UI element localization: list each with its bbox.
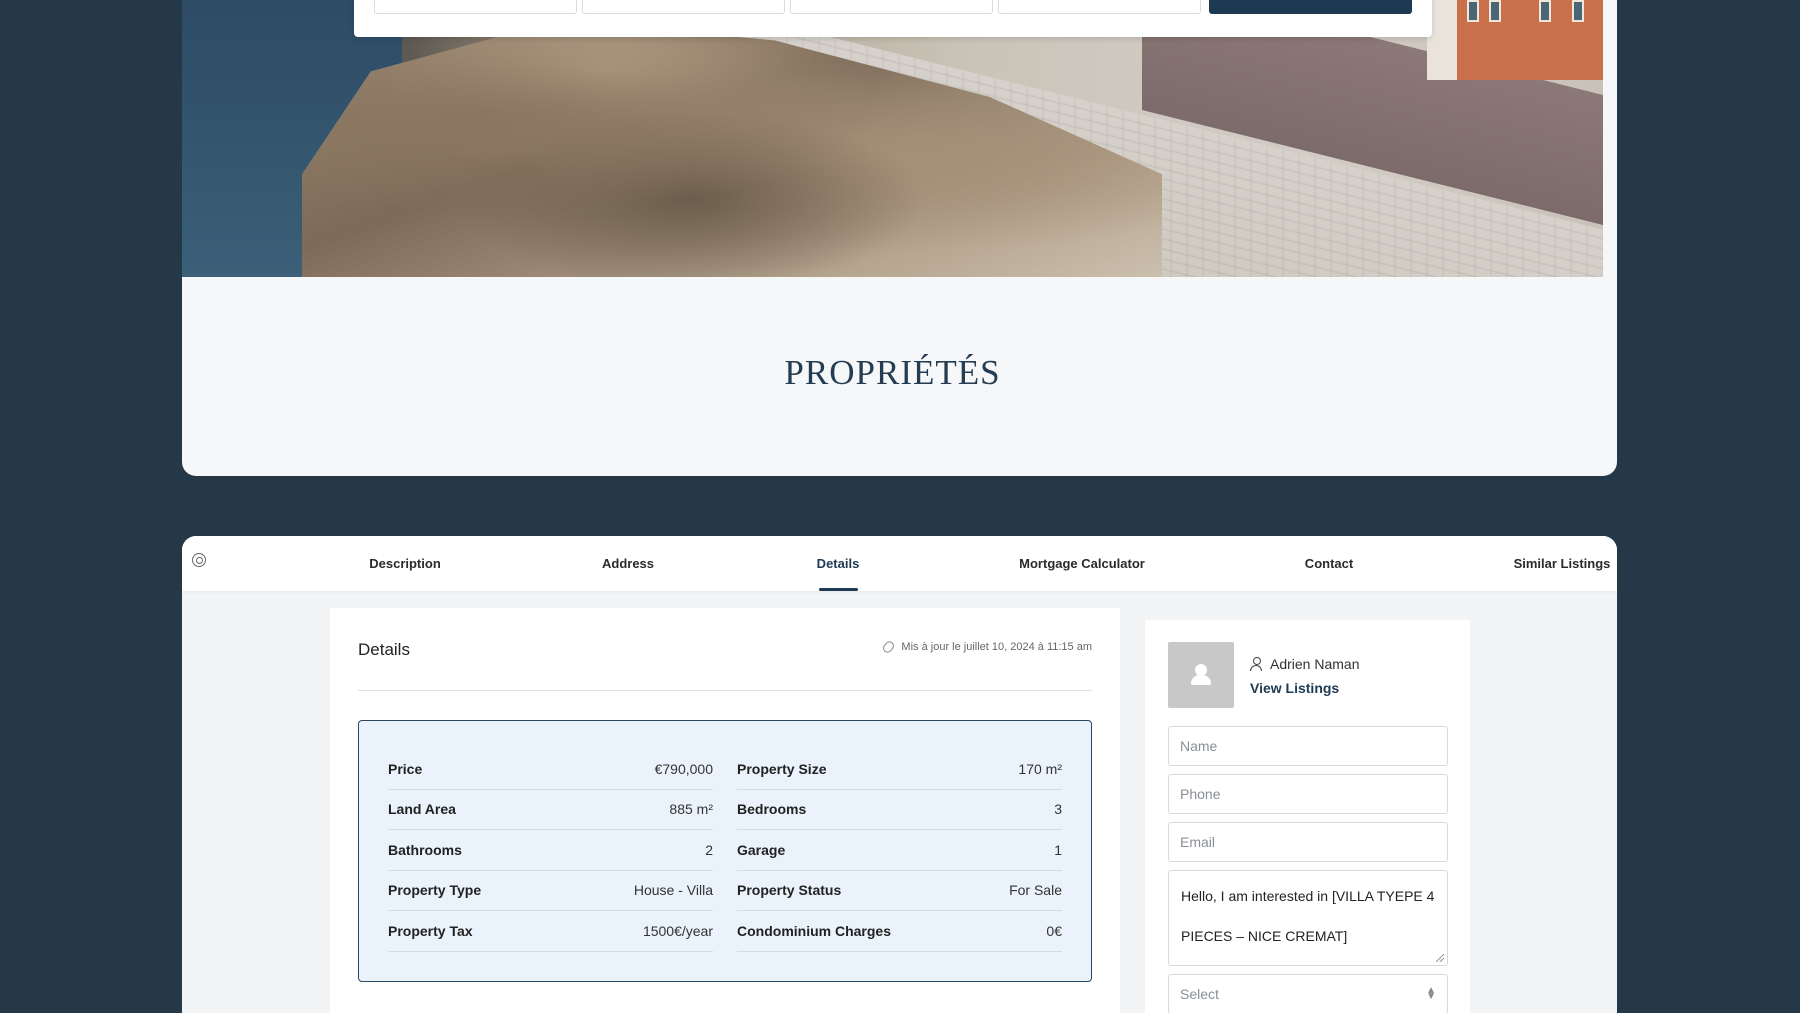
tab-mortgage-calculator[interactable]: Mortgage Calculator <box>1019 556 1145 571</box>
view-listings-link[interactable]: View Listings <box>1250 680 1339 696</box>
detail-value: 0€ <box>1046 922 1062 939</box>
hero-image <box>182 0 1603 277</box>
detail-key: Property Tax <box>388 922 473 939</box>
detail-key: Garage <box>737 841 786 858</box>
tab-similar-listings[interactable]: Similar Listings <box>1514 556 1611 571</box>
resize-handle[interactable] <box>1436 954 1444 962</box>
details-column-left: Price €790,000 Land Area 885 m² Bathroom… <box>388 749 713 952</box>
detail-value: For Sale <box>1009 882 1062 899</box>
details-heading: Details <box>358 640 410 659</box>
detail-row-bathrooms: Bathrooms 2 <box>388 830 713 871</box>
message-line-1: Hello, I am interested in [VILLA TYEPE 4 <box>1181 888 1435 904</box>
avatar <box>1168 642 1234 708</box>
divider <box>358 690 1092 691</box>
message-textarea[interactable]: Hello, I am interested in [VILLA TYEPE 4… <box>1168 870 1448 966</box>
search-button[interactable] <box>1209 0 1412 14</box>
detail-row-bedrooms: Bedrooms 3 <box>737 790 1062 830</box>
detail-row-condominium-charges: Condominium Charges 0€ <box>737 911 1062 952</box>
detail-row-property-size: Property Size 170 m² <box>737 749 1062 790</box>
search-field-1[interactable] <box>374 0 577 14</box>
search-field-2[interactable] <box>582 0 785 14</box>
tab-contact[interactable]: Contact <box>1305 556 1353 571</box>
detail-value: 1500€/year <box>642 922 713 939</box>
detail-key: Property Type <box>388 882 482 899</box>
detail-key: Condominium Charges <box>737 922 892 939</box>
hero-building <box>1427 0 1603 80</box>
detail-key: Bedrooms <box>737 801 807 818</box>
page-title: PROPRIÉTÉS <box>784 353 1001 392</box>
tab-description[interactable]: Description <box>369 556 441 571</box>
detail-row-property-type: Property Type House - Villa <box>388 871 713 911</box>
detail-row-price: Price €790,000 <box>388 749 713 790</box>
paperclip-icon <box>881 639 897 655</box>
email-field[interactable] <box>1168 822 1448 862</box>
detail-value: 3 <box>1054 801 1062 818</box>
tab-address[interactable]: Address <box>602 556 654 571</box>
agent-name-text: Adrien Naman <box>1270 656 1360 672</box>
property-card: Description Address Details Mortgage Cal… <box>182 536 1617 1013</box>
detail-value: House - Villa <box>633 882 713 899</box>
select-value: Select <box>1180 986 1219 1002</box>
target-icon[interactable] <box>192 553 206 567</box>
detail-key: Bathrooms <box>388 841 462 858</box>
detail-key: Land Area <box>388 801 456 818</box>
hero-card: PROPRIÉTÉS <box>182 0 1617 476</box>
search-bar <box>354 0 1432 37</box>
details-column-right: Property Size 170 m² Bedrooms 3 Garage 1… <box>737 749 1062 952</box>
detail-value: €790,000 <box>654 760 713 777</box>
select-dropdown[interactable]: Select ▲ ▼ <box>1168 974 1448 1013</box>
detail-value: 885 m² <box>669 801 713 818</box>
detail-key: Price <box>388 760 423 777</box>
phone-field[interactable] <box>1168 774 1448 814</box>
detail-row-property-status: Property Status For Sale <box>737 871 1062 911</box>
active-tab-indicator <box>819 588 858 591</box>
contact-panel: Adrien Naman View Listings Hello, I am i… <box>1145 620 1470 1013</box>
tab-details[interactable]: Details <box>817 556 860 571</box>
name-field[interactable] <box>1168 726 1448 766</box>
updated-timestamp: Mis à jour le juillet 10, 2024 à 11:15 a… <box>881 639 1092 655</box>
tab-bar: Description Address Details Mortgage Cal… <box>182 536 1617 591</box>
details-panel: Details Mis à jour le juillet 10, 2024 à… <box>330 608 1120 1013</box>
search-field-4[interactable] <box>998 0 1201 14</box>
agent-name: Adrien Naman <box>1250 656 1360 672</box>
detail-row-land-area: Land Area 885 m² <box>388 790 713 830</box>
detail-value: 1 <box>1054 841 1062 858</box>
detail-value: 170 m² <box>1018 760 1062 777</box>
details-table: Price €790,000 Land Area 885 m² Bathroom… <box>358 720 1092 982</box>
updown-chevron-icon: ▲ ▼ <box>1426 985 1436 1002</box>
detail-row-property-tax: Property Tax 1500€/year <box>388 911 713 952</box>
hero-rocks <box>302 20 1162 277</box>
message-line-2: PIECES – NICE CREMAT] <box>1181 928 1348 944</box>
detail-row-garage: Garage 1 <box>737 830 1062 871</box>
detail-value: 2 <box>705 841 713 858</box>
detail-key: Property Status <box>737 882 842 899</box>
search-field-3[interactable] <box>790 0 993 14</box>
user-icon <box>1250 657 1262 671</box>
detail-key: Property Size <box>737 760 827 777</box>
updated-text: Mis à jour le juillet 10, 2024 à 11:15 a… <box>901 641 1092 653</box>
